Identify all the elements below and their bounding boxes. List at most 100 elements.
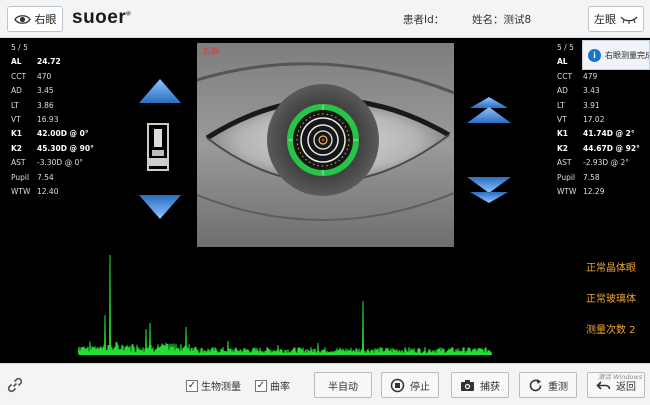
measurement-value: 12.29 [583, 186, 605, 196]
measurement-label: AL [557, 57, 568, 67]
measurement-value: 7.58 [583, 172, 600, 182]
camera-icon [461, 379, 474, 391]
move-down-arrow[interactable] [138, 194, 182, 220]
windows-activation-watermark: 激活 Windows [598, 373, 643, 381]
measurement-label: LT [11, 100, 19, 110]
refresh-icon [529, 378, 542, 391]
fast-up-arrow[interactable] [466, 96, 512, 124]
patient-id-label: 患者Id： [403, 14, 445, 26]
check-icon: ✓ [255, 379, 267, 392]
measurement-row: CCT 470 [11, 70, 121, 84]
measurement-label: WTW [11, 186, 31, 196]
measurement-label: VT [557, 114, 567, 124]
left-measurements-panel: 5 / 5 AL 24.72 CCT 470 AD 3.45 LT 3.86 VT 16.93 K1… [11, 41, 121, 199]
curvature-label: 曲率 [270, 382, 290, 393]
measurement-label: K1 [557, 129, 569, 139]
info-icon: i [588, 48, 601, 62]
link-icon[interactable] [7, 377, 23, 393]
biometry-label: 生物测量 [201, 382, 241, 393]
measurement-label: Pupil [557, 172, 576, 182]
measurement-value: -2.93D @ 2° [583, 158, 629, 168]
left-eye-label: 左眼 [594, 13, 616, 26]
measurement-value: 7.54 [37, 172, 54, 182]
measurement-row: VT 17.02 [557, 113, 647, 127]
right-eye-label: 右眼 [34, 13, 57, 26]
stop-icon [390, 378, 405, 392]
eye-icon [13, 14, 31, 24]
measurement-row: AST -3.30D @ 0° [11, 156, 121, 170]
measurement-value: 44.67D @ 92° [583, 143, 640, 153]
measurement-label: K2 [557, 143, 569, 153]
patient-name-label: 姓名：测试8 [472, 14, 532, 26]
measurement-row: AL 24.72 [11, 55, 121, 69]
remeasure-label: 重测 [548, 381, 568, 393]
eye-image [197, 43, 454, 247]
measurement-row: VT 16.93 [11, 113, 121, 127]
measure-count: 5 / 5 [11, 43, 28, 52]
measurement-value: 479 [583, 71, 598, 81]
measurement-label: AST [557, 158, 572, 168]
measurement-row: LT 3.86 [11, 99, 121, 113]
semi-auto-button[interactable]: 半自动 [314, 372, 372, 398]
measurement-label: K1 [11, 129, 23, 139]
measurement-value: -3.30D @ 0° [37, 158, 83, 168]
capture-button[interactable]: 捕获 [451, 372, 509, 398]
fast-down-arrow[interactable] [466, 176, 512, 204]
measurement-row: K1 42.00D @ 0° [11, 127, 121, 141]
stop-button[interactable]: 停止 [381, 372, 439, 398]
measurement-row: AST -2.93D @ 2° [557, 156, 647, 170]
a-scan-waveform [78, 255, 492, 356]
biometry-checkbox[interactable]: ✓ 生物测量 [186, 378, 241, 393]
bottom-toolbar: ✓ 生物测量 ✓ 曲率 半自动 停止 捕获 重测 返回 [0, 363, 650, 405]
measurement-value: 45.30D @ 90° [37, 143, 94, 153]
header-bar: 右眼 suoer® 患者Id： 姓名：测试8 左眼 [0, 0, 650, 38]
measurement-label: Pupil [11, 172, 30, 182]
measurement-value: 12.40 [37, 186, 59, 196]
semi-auto-label: 半自动 [328, 381, 358, 393]
measurement-value: 17.02 [583, 114, 605, 124]
measurement-value: 3.43 [583, 86, 600, 96]
measurement-value: 3.45 [37, 86, 54, 96]
measurement-label: AD [11, 86, 22, 96]
brand-logo: suoer® [72, 7, 132, 28]
measurement-value: 470 [37, 71, 52, 81]
measurement-row: LT 3.91 [557, 99, 647, 113]
notification-toast[interactable]: i 右眼测量完成 [582, 40, 650, 70]
measurement-row: WTW 12.40 [11, 185, 121, 199]
eye-camera-view: 右眼 [197, 43, 454, 247]
measurement-row: K2 44.67D @ 92° [557, 142, 647, 156]
measurement-value: 42.00D @ 0° [37, 129, 89, 139]
probe-icon [147, 123, 169, 171]
measurement-row: AD 3.45 [11, 84, 121, 98]
vitreous-status: 正常玻璃体 [586, 294, 636, 305]
capture-label: 捕获 [480, 381, 500, 393]
measurement-label: VT [11, 114, 21, 124]
measurement-row: K2 45.30D @ 90° [11, 142, 121, 156]
measurement-value: 3.91 [583, 100, 600, 110]
measurement-value: 16.93 [37, 114, 59, 124]
remeasure-button[interactable]: 重测 [519, 372, 577, 398]
measurement-row: CCT 479 [557, 70, 647, 84]
stop-label: 停止 [410, 381, 430, 393]
measurement-label: WTW [557, 186, 577, 196]
measurement-value: 3.86 [37, 100, 54, 110]
measurement-value: 41.74D @ 2° [583, 129, 635, 139]
check-icon: ✓ [186, 379, 198, 392]
measurement-label: LT [557, 100, 565, 110]
measurement-row: AD 3.43 [557, 84, 647, 98]
measurement-label: AL [11, 57, 22, 67]
measure-count-status: 测量次数 2 [586, 325, 636, 336]
move-up-arrow[interactable] [138, 78, 182, 104]
toast-text: 右眼测量完成 [605, 50, 650, 60]
curvature-checkbox[interactable]: ✓ 曲率 [255, 378, 290, 393]
measurement-row: Pupil 7.58 [557, 171, 647, 185]
measurement-label: AD [557, 86, 568, 96]
right-eye-button[interactable]: 右眼 [7, 6, 63, 32]
measurement-label: CCT [11, 71, 27, 81]
measurement-value: 24.72 [37, 57, 61, 67]
left-eye-button[interactable]: 左眼 [588, 6, 644, 32]
closed-eye-icon [620, 16, 638, 24]
measurement-row: Pupil 7.54 [11, 171, 121, 185]
measurement-label: AST [11, 158, 26, 168]
lens-status: 正常晶体眼 [586, 263, 636, 274]
